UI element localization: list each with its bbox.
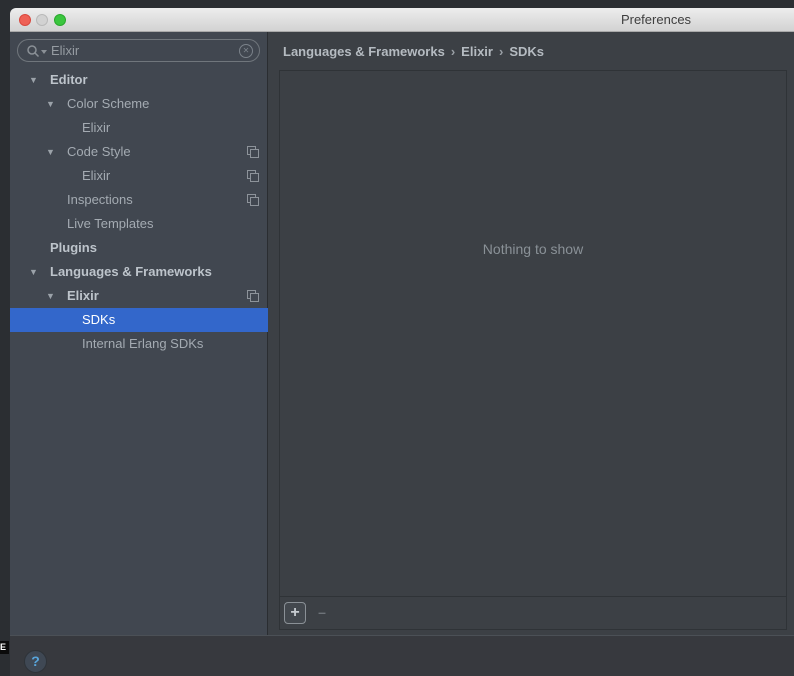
chevron-down-icon[interactable]: ▼ [29, 260, 38, 284]
breadcrumb-item[interactable]: SDKs [509, 44, 544, 59]
breadcrumb-item[interactable]: Languages & Frameworks [283, 44, 445, 59]
sidebar-item-label: Code Style [67, 144, 131, 159]
edge-artifact: E [0, 641, 9, 654]
sidebar-item-label: Color Scheme [67, 96, 150, 111]
close-button[interactable] [19, 14, 31, 26]
copy-icon [247, 146, 259, 158]
sidebar-item-label: Languages & Frameworks [50, 264, 212, 279]
sidebar-item-code-style[interactable]: ▼ Code Style [10, 140, 268, 164]
chevron-down-icon[interactable]: ▼ [46, 140, 55, 164]
search-field[interactable]: ✕ [17, 39, 260, 62]
sidebar-item-label: Elixir [67, 288, 99, 303]
breadcrumb-separator: › [498, 44, 504, 59]
breadcrumb: Languages & Frameworks › Elixir › SDKs [283, 42, 544, 62]
sidebar-item-elixir[interactable]: Elixir [10, 164, 268, 188]
clear-search-icon[interactable]: ✕ [239, 44, 253, 58]
dialog-footer: ? [10, 635, 794, 676]
copy-icon [247, 290, 259, 302]
sidebar-item-label: Elixir [82, 168, 111, 183]
chevron-down-icon[interactable]: ▼ [29, 68, 38, 92]
content-area: Languages & Frameworks › Elixir › SDKs Nothi… [268, 32, 794, 635]
sidebar-item-label: Inspections [67, 192, 133, 207]
sidebar-item-internal-erlang-sdks[interactable]: Internal Erlang SDKs [10, 332, 268, 356]
sidebar-item-label: SDKs [82, 312, 116, 327]
sidebar-item-label: Plugins [50, 240, 97, 255]
sidebar-item-inspections[interactable]: Inspections [10, 188, 268, 212]
copy-icon [247, 170, 259, 182]
sidebar-item-label: Internal Erlang SDKs [82, 336, 204, 351]
titlebar: Preferences [10, 8, 794, 32]
sidebar-item-label: Editor [50, 72, 88, 87]
search-icon [27, 45, 40, 58]
zoom-button[interactable] [54, 14, 66, 26]
sidebar-item-label: Elixir [82, 120, 111, 135]
window-title: Preferences [620, 12, 692, 27]
sidebar-item-plugins[interactable]: Plugins [10, 236, 268, 260]
sdk-toolbar: + – [280, 596, 786, 629]
sidebar-item-color-scheme[interactable]: ▼ Color Scheme [10, 92, 268, 116]
sidebar: ✕ ▼ Editor ▼ Color Scheme Elixir ▼ Code Style E… [10, 32, 268, 635]
sidebar-item-languages-frameworks[interactable]: ▼ Languages & Frameworks [10, 260, 268, 284]
sidebar-item-sdks[interactable]: SDKs [10, 308, 268, 332]
breadcrumb-item[interactable]: Elixir [461, 44, 493, 59]
search-input[interactable] [51, 41, 231, 60]
copy-icon [247, 194, 259, 206]
sidebar-item-elixir[interactable]: ▼ Elixir [10, 284, 268, 308]
sdk-list-panel: Nothing to show + – [279, 70, 787, 630]
sidebar-item-editor[interactable]: ▼ Editor [10, 68, 268, 92]
chevron-down-icon[interactable]: ▼ [46, 284, 55, 308]
add-sdk-button[interactable]: + [284, 602, 306, 624]
help-button[interactable]: ? [24, 650, 47, 673]
minimize-button[interactable] [36, 14, 48, 26]
chevron-down-icon[interactable]: ▼ [46, 92, 55, 116]
sidebar-item-live-templates[interactable]: Live Templates [10, 212, 268, 236]
settings-tree: ▼ Editor ▼ Color Scheme Elixir ▼ Code Style Eli… [10, 68, 268, 356]
search-options-chevron-icon[interactable] [41, 50, 47, 54]
sidebar-item-elixir[interactable]: Elixir [10, 116, 268, 140]
remove-sdk-button[interactable]: – [314, 602, 330, 624]
sidebar-item-label: Live Templates [67, 216, 154, 231]
breadcrumb-separator: › [450, 44, 456, 59]
empty-state-text: Nothing to show [482, 241, 584, 257]
